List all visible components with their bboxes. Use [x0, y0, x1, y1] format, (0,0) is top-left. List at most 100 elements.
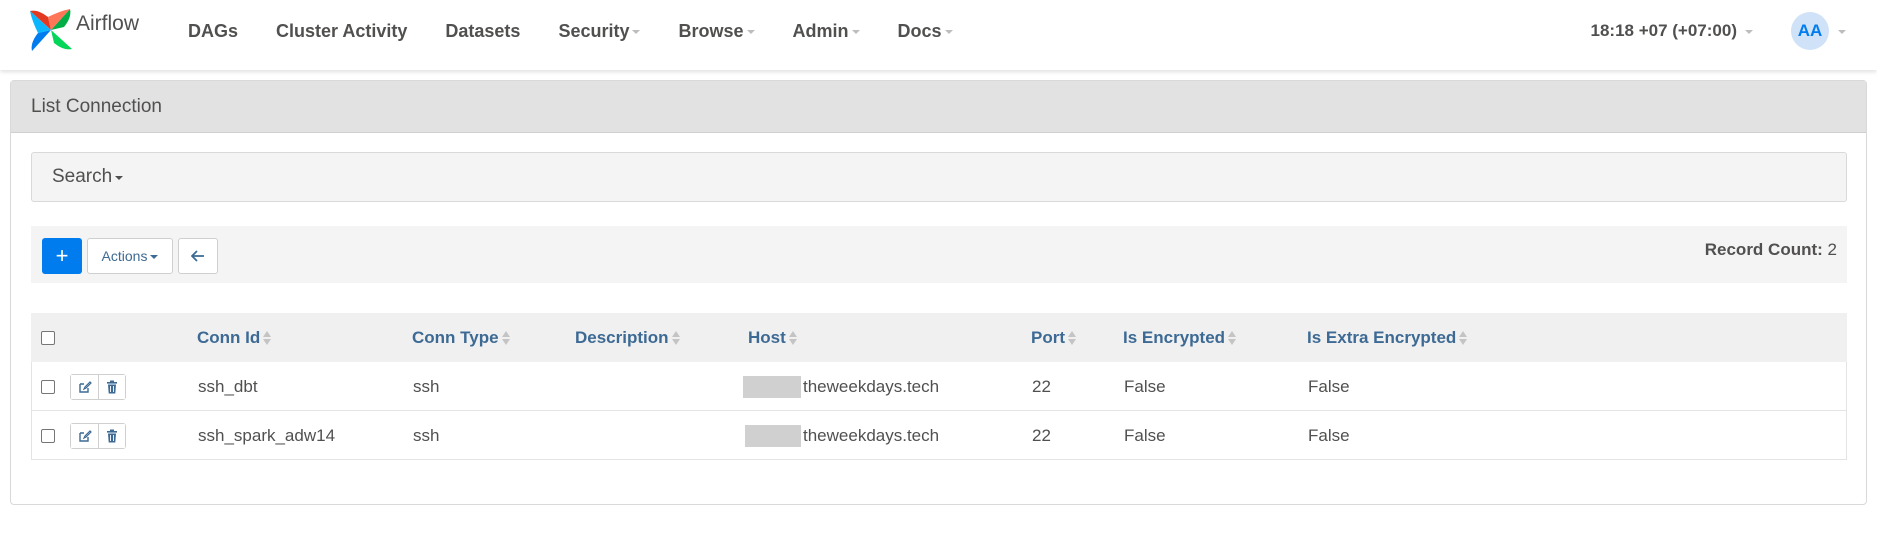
trash-icon	[107, 380, 117, 393]
header-is-encrypted: Is Encrypted	[1123, 327, 1226, 347]
sort-icon	[1459, 329, 1468, 347]
nav-dags[interactable]: DAGs	[188, 21, 238, 42]
cell-port: 22	[1032, 425, 1051, 445]
back-button[interactable]	[178, 238, 218, 274]
arrow-left-icon	[191, 250, 204, 262]
cell-conn-id: ssh_spark_adw14	[198, 425, 336, 445]
table-row: ssh_spark_adw14 ssh theweekdays.tech 22 …	[31, 411, 1847, 460]
header-host: Host	[748, 327, 786, 347]
brand-name: Airflow	[76, 12, 140, 35]
clock-text: 18:18 +07 (+07:00)	[1590, 21, 1738, 40]
cell-host-text: theweekdays.tech	[803, 376, 940, 396]
sort-icon	[263, 329, 272, 347]
sort-is-extra-encrypted[interactable]: Is Extra Encrypted	[1307, 313, 1468, 362]
header-conn-type: Conn Type	[412, 327, 499, 347]
edit-icon	[78, 380, 92, 393]
edit-record-button[interactable]	[71, 423, 98, 448]
header-description: Description	[575, 327, 669, 347]
cell-host: theweekdays.tech	[745, 411, 939, 460]
nav-browse-dropdown[interactable]: Browse	[678, 20, 755, 42]
edit-icon	[78, 429, 92, 442]
actions-dropdown[interactable]: Actions	[87, 238, 173, 274]
caret-down-icon	[150, 255, 159, 259]
row-checkbox[interactable]	[41, 428, 55, 443]
cell-host: theweekdays.tech	[743, 362, 939, 411]
caret-down-icon	[944, 30, 953, 34]
record-count-value: 2	[1827, 240, 1837, 259]
caret-down-icon	[746, 30, 755, 34]
nav-datasets[interactable]: Datasets	[445, 21, 520, 42]
sort-conn-type[interactable]: Conn Type	[412, 313, 510, 362]
row-action-buttons	[70, 422, 126, 449]
caret-down-icon	[1745, 30, 1753, 34]
sort-icon	[1228, 329, 1237, 347]
sort-icon	[501, 329, 510, 347]
cell-conn-type: ssh	[413, 425, 440, 445]
search-toggle[interactable]: Search	[31, 152, 1847, 202]
edit-record-button[interactable]	[71, 374, 98, 399]
record-count: Record Count: 2	[1705, 240, 1837, 260]
table-row: ssh_dbt ssh theweekdays.tech 22 False Fa…	[31, 362, 1847, 411]
select-all-checkbox[interactable]	[41, 330, 55, 345]
brand-home-link[interactable]: Airflow	[28, 6, 139, 54]
nav-browse-label: Browse	[678, 20, 744, 41]
sort-icon	[1068, 329, 1076, 347]
cell-port: 22	[1032, 376, 1051, 396]
cell-is-encrypted: False	[1124, 376, 1166, 396]
sort-icon	[671, 329, 680, 347]
nav-cluster-activity[interactable]: Cluster Activity	[276, 21, 407, 42]
header-conn-id: Conn Id	[197, 327, 261, 347]
trash-icon	[107, 429, 117, 442]
avatar: AA	[1791, 12, 1829, 50]
cell-conn-type: ssh	[413, 376, 440, 396]
search-label: Search	[52, 166, 113, 187]
sort-port[interactable]: Port	[1031, 313, 1076, 362]
nav-right: 18:18 +07 (+07:00) AA	[1591, 0, 1877, 62]
nav-docs-label: Docs	[897, 20, 942, 41]
nav-datasets-label: Datasets	[445, 20, 521, 41]
connections-table: Conn Id Conn Type Description Host Port …	[31, 313, 1847, 460]
nav-security-dropdown[interactable]: Security	[558, 20, 641, 42]
cell-is-extra-encrypted: False	[1308, 376, 1350, 396]
record-count-label: Record Count:	[1704, 240, 1823, 259]
nav-admin-dropdown[interactable]: Admin	[793, 21, 860, 42]
sort-is-encrypted[interactable]: Is Encrypted	[1123, 313, 1237, 362]
timezone-dropdown[interactable]: 18:18 +07 (+07:00)	[1590, 21, 1753, 41]
cell-is-extra-encrypted: False	[1308, 425, 1350, 445]
nav-dags-label: DAGs	[188, 20, 239, 41]
nav-cluster-activity-label: Cluster Activity	[276, 20, 408, 41]
panel-title: List Connection	[11, 81, 1866, 133]
nav-docs-dropdown[interactable]: Docs	[898, 21, 953, 42]
list-panel: List Connection Search + Actions Record …	[10, 80, 1867, 505]
nav-admin-label: Admin	[792, 20, 849, 41]
caret-down-icon	[1838, 30, 1846, 34]
main-nav: DAGs Cluster Activity Datasets Security …	[188, 0, 991, 62]
sort-description[interactable]: Description	[575, 313, 680, 362]
delete-record-button[interactable]	[98, 374, 125, 399]
cell-is-encrypted: False	[1124, 425, 1166, 445]
nav-security-label: Security	[558, 20, 630, 41]
airflow-logo-icon	[30, 9, 72, 51]
cell-conn-id: ssh_dbt	[198, 376, 258, 396]
redacted-block	[743, 375, 801, 398]
sort-conn-id[interactable]: Conn Id	[197, 313, 272, 362]
actions-label: Actions	[101, 248, 148, 264]
add-record-button[interactable]: +	[42, 238, 82, 274]
row-checkbox[interactable]	[41, 379, 55, 394]
user-menu-dropdown[interactable]: AA	[1791, 12, 1846, 50]
plus-icon: +	[55, 243, 69, 268]
caret-down-icon	[632, 30, 641, 34]
redacted-block	[745, 424, 801, 447]
row-action-buttons	[70, 373, 126, 400]
top-navbar: Airflow DAGs Cluster Activity Datasets S…	[0, 0, 1877, 70]
cell-host-text: theweekdays.tech	[803, 425, 940, 445]
table-header-row: Conn Id Conn Type Description Host Port …	[31, 313, 1847, 362]
sort-icon	[788, 329, 797, 347]
caret-down-icon	[851, 30, 860, 34]
header-port: Port	[1031, 327, 1065, 347]
delete-record-button[interactable]	[98, 423, 125, 448]
header-is-extra-encrypted: Is Extra Encrypted	[1307, 327, 1457, 347]
caret-down-icon	[115, 176, 124, 180]
sort-host[interactable]: Host	[748, 313, 797, 362]
list-toolbar: + Actions Record Count: 2	[31, 226, 1847, 283]
